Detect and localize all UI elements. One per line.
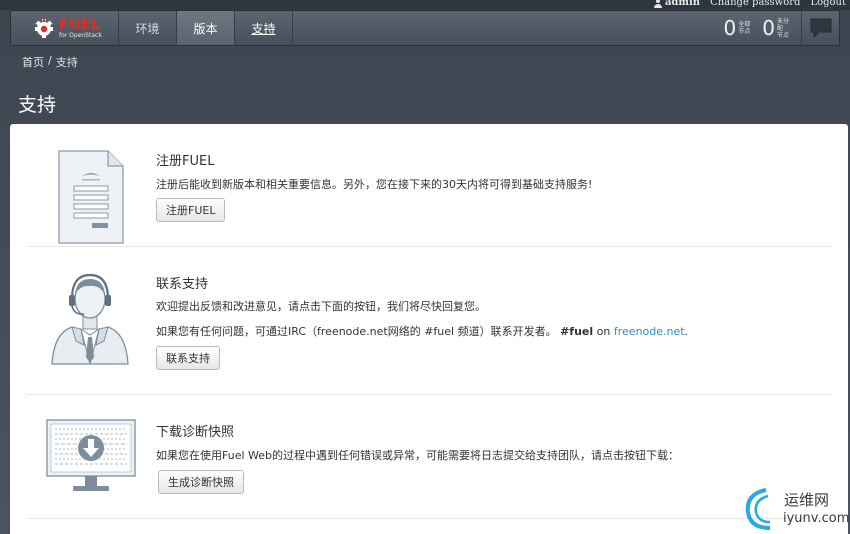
total-nodes-label: 全部 节点: [738, 21, 752, 35]
total-nodes-stat[interactable]: 0 全部 节点: [724, 11, 753, 45]
unallocated-nodes-label-2: 节点: [777, 31, 790, 39]
watermark-text-cn: 运维网: [784, 491, 830, 509]
username: admin: [664, 0, 701, 8]
user-icon: [653, 0, 662, 8]
irc-on: on: [593, 325, 614, 338]
change-password-link[interactable]: Change password: [710, 0, 800, 9]
unallocated-nodes-count: 0: [762, 16, 775, 40]
unallocated-nodes-stat[interactable]: 0 未分配 节点: [762, 11, 791, 45]
monitor-download-icon: [46, 419, 136, 491]
register-text: 注册后能收到新版本和相关重要信息。另外，您在接下来的30天内将可得到基础支持服务…: [156, 178, 593, 191]
irc-info-prefix: 如果您有任何问题，可通过IRC（freenode.net网络的 #fuel 频道…: [156, 325, 557, 338]
support-agent-icon: [51, 273, 129, 365]
watermark-text-url: iyunv.com: [783, 511, 850, 526]
total-nodes-label-2: 节点: [738, 28, 751, 35]
total-nodes-label-1: 全部: [738, 21, 751, 28]
user-bar: admin Change password Logout: [0, 0, 850, 10]
unallocated-nodes-label: 未分配 节点: [777, 18, 791, 39]
tab-releases[interactable]: 版本: [177, 11, 235, 45]
register-section: 注册FUEL 注册后能收到新版本和相关重要信息。另外，您在接下来的30天内将可得…: [26, 124, 832, 247]
contact-support-title: 联系支持: [156, 277, 209, 292]
support-panel: 注册FUEL 注册后能收到新版本和相关重要信息。另外，您在接下来的30天内将可得…: [10, 124, 848, 534]
user-links: admin Change password Logout: [653, 0, 846, 9]
chat-bubble-icon: [810, 18, 831, 38]
tab-environments[interactable]: 环境: [119, 11, 177, 45]
brand-logo[interactable]: FUEL for OpenStack: [11, 11, 119, 45]
notifications-button[interactable]: [801, 11, 839, 45]
tab-support-label: 支持: [251, 21, 276, 36]
tab-support[interactable]: 支持: [235, 11, 293, 45]
unallocated-nodes-label-1: 未分配: [777, 17, 790, 32]
registration-form-icon: [58, 150, 124, 244]
page-title: 支持: [18, 94, 57, 116]
fuel-gear-icon: [35, 17, 53, 38]
tab-environments-label: 环境: [135, 21, 160, 36]
diagnostic-snapshot-text: 如果您在使用Fuel Web的过程中遇到任何错误或异常，可能需要将日志提交给支持…: [156, 449, 679, 462]
tab-releases-label: 版本: [193, 21, 218, 36]
breadcrumb-current: 支持: [55, 56, 78, 69]
register-fuel-button[interactable]: 注册FUEL: [156, 198, 226, 222]
brand-subtitle: for OpenStack: [59, 31, 102, 39]
register-title: 注册FUEL: [156, 154, 215, 169]
total-nodes-count: 0: [723, 16, 737, 40]
irc-channel: #fuel: [560, 325, 594, 338]
contact-support-text: 欢迎提出反馈和改进意见，请点击下面的按钮，我们将尽快回复您。: [156, 300, 486, 313]
generate-snapshot-button[interactable]: 生成诊断快照: [158, 470, 244, 494]
contact-support-section: 联系支持 欢迎提出反馈和改进意见，请点击下面的按钮，我们将尽快回复您。 如果您有…: [26, 247, 832, 395]
irc-info-text: 如果您有任何问题，可通过IRC（freenode.net网络的 #fuel 频道…: [156, 323, 688, 339]
contact-support-button[interactable]: 联系支持: [156, 346, 220, 370]
breadcrumb: 首页 / 支持: [22, 54, 78, 70]
brand-title: FUEL: [59, 16, 101, 33]
breadcrumb-home[interactable]: 首页: [22, 54, 44, 70]
main-navbar: FUEL for OpenStack 环境 版本 支持 0 全部 节点 0 未分…: [10, 10, 840, 46]
freenode-link[interactable]: freenode.net: [614, 325, 685, 338]
breadcrumb-separator: /: [48, 54, 52, 67]
diagnostic-snapshot-title: 下载诊断快照: [156, 425, 235, 440]
logout-link[interactable]: Logout: [810, 0, 846, 9]
diagnostic-snapshot-section: 下载诊断快照 如果您在使用Fuel Web的过程中遇到任何错误或异常，可能需要将…: [26, 395, 832, 519]
user-menu[interactable]: admin: [653, 0, 701, 9]
irc-info-end: .: [684, 325, 689, 338]
